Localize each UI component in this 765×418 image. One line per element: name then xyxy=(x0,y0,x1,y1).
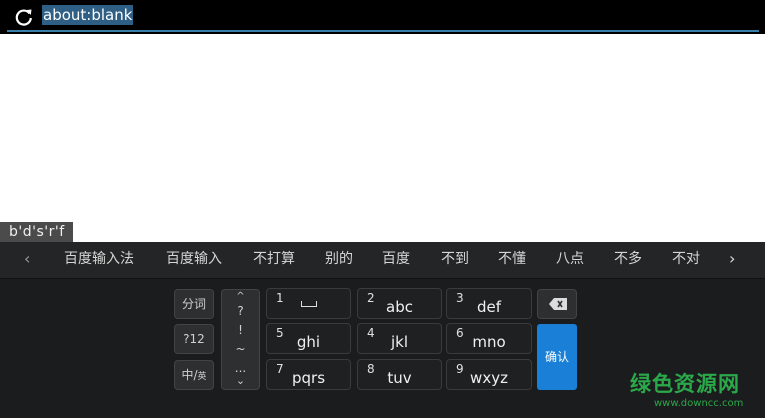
key-letters: pqrs xyxy=(291,369,326,387)
punct-ellipsis: ... xyxy=(234,361,247,375)
key-letters: mno xyxy=(472,333,506,351)
key-letters: tuv xyxy=(387,369,412,387)
candidate-item[interactable]: 不懂 xyxy=(498,242,526,278)
candidate-item[interactable]: 百度输入 xyxy=(166,242,222,278)
language-sub-label: 英 xyxy=(197,372,207,382)
space-icon xyxy=(301,301,317,307)
key-4-jkl[interactable]: 4 jkl xyxy=(357,323,442,354)
key-letters: def xyxy=(476,298,502,316)
key-3-def[interactable]: 3 def xyxy=(446,288,532,319)
candidate-item[interactable]: 别的 xyxy=(325,242,353,278)
key-letters: ghi xyxy=(296,333,321,351)
chevron-left-icon[interactable]: ‹ xyxy=(24,242,30,278)
punctuation-key[interactable]: ^ ? ! ~ ... ⌄ xyxy=(221,289,260,390)
reload-icon[interactable] xyxy=(14,7,34,27)
web-page-content xyxy=(0,34,765,224)
symbols-key[interactable]: ?12 xyxy=(174,324,214,354)
url-input[interactable]: about:blank xyxy=(42,5,134,25)
key-8-tuv[interactable]: 8 tuv xyxy=(357,359,442,390)
key-number: 1 xyxy=(276,291,284,305)
key-2-abc[interactable]: 2 abc xyxy=(357,288,442,319)
key-letters: abc xyxy=(386,298,413,316)
backspace-key[interactable] xyxy=(537,289,577,319)
key-5-ghi[interactable]: 5 ghi xyxy=(266,323,351,354)
key-1-space[interactable]: 1 xyxy=(266,288,351,319)
candidate-item[interactable]: 八点 xyxy=(556,242,584,278)
watermark-cn: 绿色资源网 xyxy=(630,372,740,396)
key-9-wxyz[interactable]: 9 wxyz xyxy=(446,359,532,390)
candidate-item[interactable]: 不打算 xyxy=(253,242,295,278)
segment-key[interactable]: 分词 xyxy=(174,289,214,319)
key-letters: wxyz xyxy=(470,369,508,387)
confirm-button[interactable]: 确认 xyxy=(537,324,577,390)
language-main-label: 中/ xyxy=(181,368,198,382)
language-switch-key[interactable]: 中/英 xyxy=(174,360,214,390)
candidate-item[interactable]: 不对 xyxy=(672,242,700,278)
key-7-pqrs[interactable]: 7 pqrs xyxy=(266,359,351,390)
punct-tilde: ~ xyxy=(235,342,246,356)
url-bar: about:blank xyxy=(0,0,765,34)
watermark-logo: 绿色资源网 www.downcc.com xyxy=(628,368,765,418)
backspace-icon xyxy=(549,298,567,310)
candidate-item[interactable]: 不多 xyxy=(614,242,642,278)
composing-text: b'd's'r'f xyxy=(0,222,73,242)
chevron-right-icon[interactable]: › xyxy=(729,242,735,278)
url-underline xyxy=(7,30,759,32)
punct-question: ? xyxy=(237,304,244,318)
punct-exclaim: ! xyxy=(238,323,243,337)
candidate-item[interactable]: 不到 xyxy=(441,242,469,278)
segment-key-label: 分词 xyxy=(181,297,206,311)
key-letters: jkl xyxy=(390,333,409,351)
symbols-key-label: ?12 xyxy=(183,332,205,346)
key-6-mno[interactable]: 6 mno xyxy=(446,323,532,354)
scroll-up-icon: ^ xyxy=(236,291,245,302)
candidate-item[interactable]: 百度 xyxy=(382,242,410,278)
scroll-down-icon: ⌄ xyxy=(235,374,246,387)
candidate-item[interactable]: 百度输入法 xyxy=(64,242,134,278)
watermark-en: www.downcc.com xyxy=(654,398,744,409)
candidate-bar: ‹ 百度输入法 百度输入 不打算 别的 百度 不到 不懂 八点 不多 不对 › xyxy=(0,242,765,279)
